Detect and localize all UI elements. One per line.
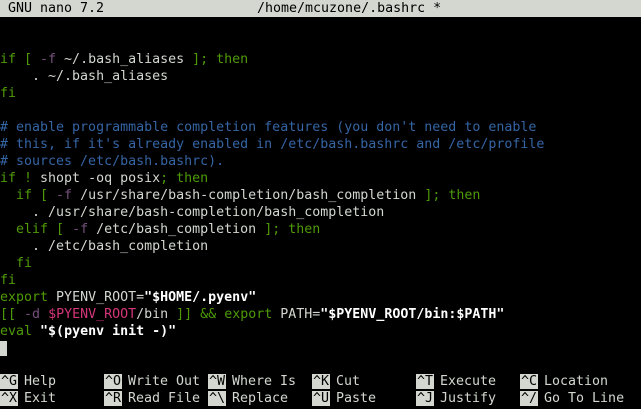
code-line[interactable] (0, 102, 641, 119)
shortcut-label: Location (544, 374, 609, 389)
shortcut-paste[interactable]: ^U Paste (312, 390, 376, 407)
shortcut-key: ^\ (208, 391, 227, 406)
code-line[interactable]: # enable programmable completion feature… (0, 119, 641, 136)
shortcut-location[interactable]: ^C Location (520, 373, 608, 390)
shortcut-key: ^W (208, 374, 227, 389)
code-token: ]; then (192, 52, 249, 67)
shortcut-where-is[interactable]: ^W Where Is (208, 373, 296, 390)
shortcut-bar: ^G Help ^X Exit ^O Write Out ^R Read File ^W Wher… (0, 373, 641, 407)
code-token: -f (40, 52, 57, 67)
text-cursor (0, 340, 7, 356)
code-token: . ~/.bash_aliases (0, 69, 169, 84)
shortcut-justify[interactable]: ^J Justify (416, 390, 496, 407)
shortcut-help[interactable]: ^G Help (0, 373, 56, 390)
code-line[interactable] (0, 340, 641, 357)
code-token: /usr/share/bash-completion/bash_completi… (72, 188, 425, 203)
code-line[interactable]: . ~/.bash_aliases (0, 68, 641, 85)
shortcut-key: ^K (312, 374, 331, 389)
code-line[interactable]: if [ -f /usr/share/bash-completion/bash_… (0, 187, 641, 204)
code-token: # enable programmable completion feature… (0, 120, 537, 135)
code-line[interactable]: export PYENV_ROOT="$HOME/.pyenv" (0, 289, 641, 306)
code-token: . /usr/share/bash-completion/bash_comple… (0, 205, 385, 220)
code-token: ]] && export (176, 307, 273, 322)
shortcut-key: ^O (104, 374, 123, 389)
code-token: # sources /etc/bash.bashrc). (0, 154, 225, 169)
shortcut-key: ^J (416, 391, 435, 406)
code-token: shopt -oq posix (40, 171, 161, 186)
shortcut-exit[interactable]: ^X Exit (0, 390, 56, 407)
code-token: ]; then (264, 222, 321, 237)
shortcut-label: Justify (440, 391, 497, 406)
shortcut-read-file[interactable]: ^R Read File (104, 390, 200, 407)
code-token: /etc/bash_completion (88, 222, 265, 237)
code-token: if [ (0, 52, 41, 67)
shortcut-label: Execute (440, 374, 497, 389)
code-line[interactable]: # this, if it's already enabled in /etc/… (0, 136, 641, 153)
code-token: export (0, 290, 49, 305)
code-token: # this, if it's already enabled in /etc/… (0, 137, 545, 152)
code-token: -d (24, 307, 41, 322)
code-line[interactable]: fi (0, 85, 641, 102)
code-line[interactable]: fi (0, 272, 641, 289)
code-token: ~/.bash_aliases (56, 52, 193, 67)
code-token: "$(pyenv init -)" (40, 324, 177, 339)
code-token: if ! (0, 171, 41, 186)
code-line[interactable]: if ! shopt -oq posix; then (0, 170, 641, 187)
code-token: elif [ (0, 222, 73, 237)
title-bar: GNU nano 7.2 /home/mcuzone/.bashrc * (0, 0, 641, 17)
code-token: PYENV_ROOT= (48, 290, 145, 305)
code-line[interactable]: if [ -f ~/.bash_aliases ]; then (0, 51, 641, 68)
shortcut-label: Cut (336, 374, 361, 389)
code-token: "$HOME/.pyenv" (144, 290, 257, 305)
shortcut-key: ^R (104, 391, 123, 406)
shortcut-label: Where Is (232, 374, 297, 389)
shortcut-key: ^G (0, 374, 19, 389)
file-path: /home/mcuzone/.bashrc * (257, 1, 442, 16)
code-token: if [ (0, 188, 57, 203)
code-token: . /etc/bash_completion (0, 239, 209, 254)
code-line[interactable]: . /etc/bash_completion (0, 238, 641, 255)
shortcut-replace[interactable]: ^\ Replace (208, 390, 288, 407)
code-token: ]; then (424, 188, 481, 203)
code-line[interactable]: fi (0, 255, 641, 272)
shortcut-label: Exit (24, 391, 57, 406)
editor-area[interactable]: if [ -f ~/.bash_aliases ]; then . ~/.bas… (0, 34, 641, 357)
app-name: GNU nano 7.2 (8, 1, 105, 16)
code-token: /bin (136, 307, 177, 322)
shortcut-key: ^C (520, 374, 539, 389)
code-token: PATH= (272, 307, 321, 322)
code-token: "$PYENV_ROOT/bin:$PATH" (320, 307, 505, 322)
code-line[interactable]: [[ -d $PYENV_ROOT/bin ]] && export PATH=… (0, 306, 641, 323)
code-line[interactable]: # sources /etc/bash.bashrc). (0, 153, 641, 170)
code-line[interactable] (0, 34, 641, 51)
code-line[interactable]: eval "$(pyenv init -)" (0, 323, 641, 340)
shortcut-write-out[interactable]: ^O Write Out (104, 373, 200, 390)
shortcut-cut[interactable]: ^K Cut (312, 373, 360, 390)
code-line[interactable]: . /usr/share/bash-completion/bash_comple… (0, 204, 641, 221)
code-token: fi (0, 256, 33, 271)
code-token: $PYENV_ROOT (48, 307, 137, 322)
shortcut-key: ^T (416, 374, 435, 389)
shortcut-key: ^X (0, 391, 19, 406)
code-line[interactable]: elif [ -f /etc/bash_completion ]; then (0, 221, 641, 238)
code-token: ; then (160, 171, 209, 186)
shortcut-execute[interactable]: ^T Execute (416, 373, 496, 390)
shortcut-go-to-line[interactable]: ^/ Go To Line (520, 390, 624, 407)
code-token: -f (56, 188, 73, 203)
code-token: fi (0, 273, 17, 288)
shortcut-key: ^U (312, 391, 331, 406)
shortcut-label: Read File (128, 391, 201, 406)
shortcut-label: Go To Line (544, 391, 625, 406)
shortcut-label: Paste (336, 391, 377, 406)
code-token: [[ (0, 307, 25, 322)
shortcut-label: Help (24, 374, 57, 389)
shortcut-label: Replace (232, 391, 289, 406)
shortcut-label: Write Out (128, 374, 201, 389)
code-token: fi (0, 86, 17, 101)
shortcut-key: ^/ (520, 391, 539, 406)
code-token: -f (72, 222, 89, 237)
code-token: eval (0, 324, 33, 339)
